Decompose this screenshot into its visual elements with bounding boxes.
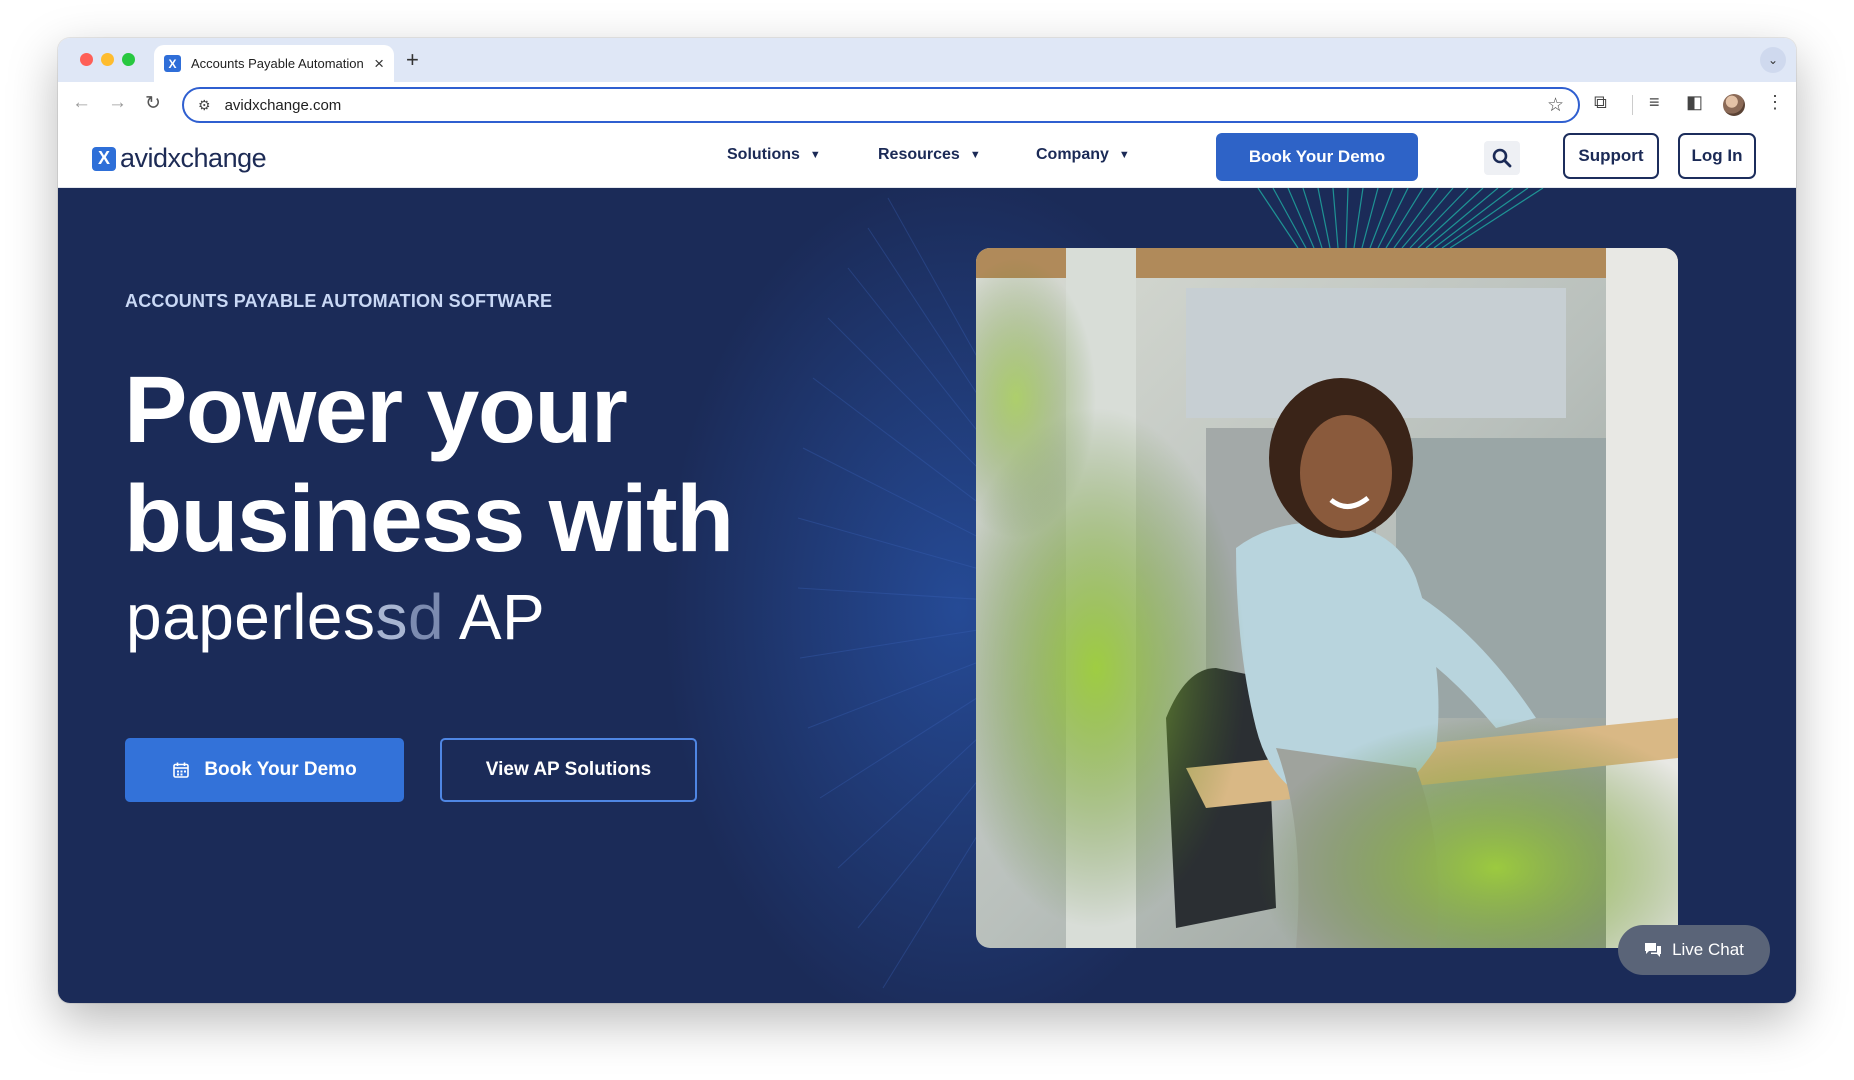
book-demo-hero-label: Book Your Demo (204, 759, 357, 780)
nav-company[interactable]: Company ▼ (1036, 146, 1130, 164)
hero-photo-woman-at-desk (976, 248, 1678, 948)
search-button[interactable] (1484, 141, 1520, 175)
chat-icon (1645, 943, 1662, 957)
subline-fade-1: s (375, 581, 408, 653)
subline-end: AP (444, 581, 546, 653)
close-icon[interactable]: × (374, 54, 384, 74)
avidxchange-logo[interactable]: X avidxchange (92, 143, 267, 174)
tab-favicon-icon: X (164, 55, 181, 72)
view-ap-solutions-button[interactable]: View AP Solutions (440, 738, 697, 802)
hero-subline: paperlessd AP (126, 580, 545, 654)
nav-solutions[interactable]: Solutions ▼ (727, 146, 821, 164)
search-icon (1492, 148, 1512, 168)
chevron-down-icon[interactable]: ⌄ (1760, 47, 1786, 73)
chevron-down-icon: ▼ (809, 149, 821, 161)
nav-resources[interactable]: Resources ▼ (878, 146, 981, 164)
live-chat-button[interactable]: Live Chat (1618, 925, 1770, 975)
book-demo-hero-button[interactable]: Book Your Demo (125, 738, 404, 802)
browser-tab[interactable]: X Accounts Payable Automation × (154, 45, 394, 82)
logo-text: avidxchange (120, 143, 267, 173)
nav-company-label: Company (1036, 146, 1109, 163)
nav-solutions-label: Solutions (727, 146, 800, 163)
hero-headline: Power your business with (124, 357, 734, 572)
nav-resources-label: Resources (878, 146, 960, 163)
browser-window: X Accounts Payable Automation × + ⌄ ← → … (58, 38, 1796, 1003)
subline-fade-2: d (408, 581, 445, 653)
media-icon[interactable]: ≡ (1649, 92, 1660, 113)
star-icon[interactable]: ☆ (1547, 94, 1564, 117)
site-header: X avidxchange Solutions ▼ Resources ▼ Co… (58, 127, 1796, 188)
extensions-icon[interactable]: ⧉ (1594, 92, 1607, 113)
plus-icon[interactable]: + (406, 47, 419, 73)
logo-mark-icon: X (92, 146, 116, 171)
hero-eyebrow: ACCOUNTS PAYABLE AUTOMATION SOFTWARE (125, 291, 553, 311)
back-arrow-icon[interactable]: ← (72, 92, 91, 114)
tab-title: Accounts Payable Automation (191, 56, 363, 71)
tab-strip: X Accounts Payable Automation × + ⌄ (58, 38, 1796, 82)
site-info-icon[interactable]: ⚙ (198, 97, 211, 114)
subline-main: paperles (126, 581, 376, 653)
forward-arrow-icon[interactable]: → (108, 92, 127, 114)
support-button[interactable]: Support (1563, 133, 1659, 179)
minimize-window-button[interactable] (101, 53, 114, 66)
close-window-button[interactable] (80, 53, 93, 66)
book-demo-header-button[interactable]: Book Your Demo (1216, 133, 1418, 181)
toolbar-divider (1632, 95, 1633, 115)
url-text[interactable]: avidxchange.com (225, 97, 342, 114)
more-vert-icon[interactable]: ⋮ (1766, 92, 1784, 113)
address-bar[interactable]: ⚙ avidxchange.com ☆ (182, 87, 1580, 123)
profile-avatar[interactable] (1723, 94, 1745, 116)
hero-section: ACCOUNTS PAYABLE AUTOMATION SOFTWARE Pow… (58, 188, 1796, 1003)
calendar-icon (173, 762, 190, 778)
browser-toolbar: ← → ↻ ⚙ avidxchange.com ☆ ⧉ ≡ ◧ ⋮ (58, 82, 1796, 127)
side-panel-icon[interactable]: ◧ (1686, 92, 1703, 113)
chevron-down-icon: ▼ (1118, 149, 1130, 161)
maximize-window-button[interactable] (122, 53, 135, 66)
live-chat-label: Live Chat (1672, 940, 1744, 959)
login-button[interactable]: Log In (1678, 133, 1756, 179)
reload-icon[interactable]: ↻ (145, 92, 161, 115)
chevron-down-icon: ▼ (969, 149, 981, 161)
